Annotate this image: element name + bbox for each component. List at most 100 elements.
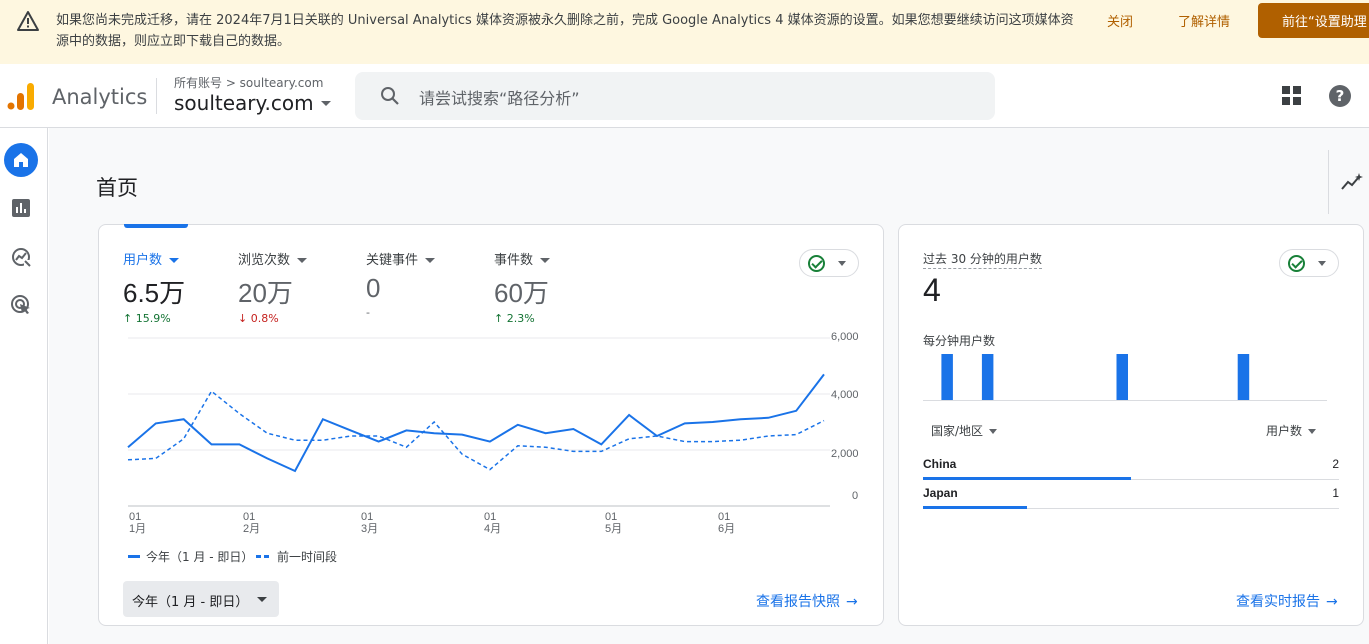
help-icon[interactable]: ? <box>1329 85 1351 107</box>
metric-delta: ↑ 2.3% <box>494 312 535 325</box>
users-column-header[interactable]: 用户数 <box>1266 422 1317 439</box>
left-nav-rail <box>0 128 48 644</box>
chevron-down-icon <box>1318 261 1326 266</box>
legend-solid-swatch <box>128 555 140 558</box>
country-cell: China <box>923 457 957 471</box>
active-tab-indicator <box>124 224 188 228</box>
users-cell: 2 <box>1332 457 1339 471</box>
series-line-current <box>127 373 825 473</box>
metric-value: 20万 <box>238 278 293 308</box>
apps-grid-icon[interactable] <box>1282 86 1302 106</box>
metric-label: 用户数 <box>123 253 163 268</box>
nav-advertising-button[interactable] <box>4 288 38 322</box>
nav-explore-button[interactable] <box>4 240 38 274</box>
nav-home-button[interactable] <box>4 143 38 177</box>
metric-delta: ↑ 15.9% <box>123 312 171 325</box>
legend-dashed-swatch <box>256 555 270 558</box>
table-row[interactable]: Japan 1 <box>923 480 1339 509</box>
metric-views[interactable]: 浏览次数 20万 ↓ 0.8% <box>238 249 308 325</box>
arrow-right-icon: → <box>1326 594 1338 610</box>
chevron-down-icon[interactable] <box>321 101 331 106</box>
metric-label: 关键事件 <box>366 253 419 268</box>
y-tick-label: 6,000 <box>831 331 859 343</box>
search-bar[interactable]: 请尝试搜索“路径分析” <box>355 72 995 120</box>
explore-icon <box>12 248 31 267</box>
insights-divider <box>1328 150 1329 214</box>
metric-event-count[interactable]: 事件数 60万 ↑ 2.3% <box>494 249 551 325</box>
chevron-down-icon <box>169 258 180 263</box>
x-tick-label: 01 2月 <box>243 511 261 535</box>
view-realtime-report-link[interactable]: 查看实时报告 → <box>1236 591 1338 611</box>
legend-previous: 前一时间段 <box>256 548 337 565</box>
per-minute-bar <box>1116 354 1128 400</box>
search-input[interactable]: 请尝试搜索“路径分析” <box>419 85 580 109</box>
app-name: Analytics <box>52 85 148 109</box>
view-report-snapshot-link[interactable]: 查看报告快照 → <box>756 591 858 611</box>
arrow-up-icon: ↑ <box>123 312 133 325</box>
legend-current: 今年（1 月 - 即日） <box>128 548 253 565</box>
date-range-selector[interactable]: 今年（1 月 - 即日） <box>123 581 279 617</box>
chevron-down-icon <box>297 258 308 263</box>
check-circle-icon <box>808 255 825 272</box>
chevron-down-icon <box>989 429 998 434</box>
chevron-down-icon <box>1308 429 1317 434</box>
banner-learn-more-link[interactable]: 了解详情 <box>1178 11 1230 30</box>
realtime-title: 过去 30 分钟的用户数 <box>923 250 1042 269</box>
analytics-logo-icon <box>7 83 34 110</box>
per-minute-label: 每分钟用户数 <box>923 334 996 348</box>
share-bar <box>923 506 1027 509</box>
metric-label: 浏览次数 <box>238 253 291 268</box>
y-tick-label: 0 <box>852 490 859 502</box>
metric-key-events[interactable]: 关键事件 0 - <box>366 249 436 319</box>
metric-value: 6.5万 <box>123 278 186 308</box>
x-tick-label: 01 4月 <box>484 511 502 535</box>
arrow-up-icon: ↑ <box>494 312 504 325</box>
arrow-down-icon: ↓ <box>238 312 248 325</box>
realtime-value: 4 <box>923 272 941 308</box>
chevron-down-icon <box>838 261 846 266</box>
property-selector[interactable]: soulteary.com <box>174 91 314 115</box>
insights-sparkle-icon[interactable] <box>1340 172 1364 192</box>
y-tick-label: 4,000 <box>831 389 859 401</box>
metric-users[interactable]: 用户数 6.5万 ↑ 15.9% <box>123 249 185 325</box>
users-line-chart <box>127 337 830 507</box>
per-minute-bar <box>981 354 994 400</box>
chevron-down-icon <box>425 258 436 263</box>
per-minute-bar <box>941 354 953 400</box>
metric-delta: ↓ 0.8% <box>238 312 279 325</box>
y-tick-label: 2,000 <box>831 448 859 460</box>
users-cell: 1 <box>1332 486 1339 500</box>
arrow-right-icon: → <box>846 594 858 610</box>
series-line-previous <box>127 390 825 471</box>
bar-chart-icon <box>12 199 30 217</box>
per-minute-bar <box>1237 354 1250 400</box>
metric-value: 0 <box>366 273 381 303</box>
banner-close-button[interactable]: 关闭 <box>1107 11 1133 30</box>
nav-reports-button[interactable] <box>4 191 38 225</box>
data-quality-status-button[interactable] <box>799 249 859 277</box>
realtime-status-button[interactable] <box>1279 249 1339 277</box>
x-tick-label: 01 5月 <box>605 511 623 535</box>
country-column-header[interactable]: 国家/地区 <box>931 422 998 439</box>
warning-icon <box>17 11 39 31</box>
x-tick-label: 01 1月 <box>129 511 147 535</box>
metric-delta: - <box>366 306 370 319</box>
check-circle-icon <box>1288 255 1305 272</box>
header-divider <box>156 78 157 114</box>
x-tick-label: 01 6月 <box>718 511 736 535</box>
per-minute-bar-chart <box>923 354 1327 401</box>
chevron-down-icon <box>540 258 551 263</box>
breadcrumb[interactable]: 所有账号 > soulteary.com <box>174 74 323 91</box>
metric-label: 事件数 <box>494 253 534 268</box>
migration-banner: 如果您尚未完成迁移，请在 2024年7月1日关联的 Universal Anal… <box>0 0 1369 64</box>
table-row[interactable]: China 2 <box>923 451 1339 480</box>
x-tick-label: 01 3月 <box>361 511 379 535</box>
page-title: 首页 <box>96 176 138 200</box>
target-cursor-icon <box>11 295 30 314</box>
banner-message: 如果您尚未完成迁移，请在 2024年7月1日关联的 Universal Anal… <box>56 13 1074 49</box>
chevron-down-icon <box>257 597 267 602</box>
search-icon <box>381 87 399 105</box>
metric-value: 60万 <box>494 278 549 308</box>
setup-assistant-button[interactable]: 前往“设置助理 <box>1258 3 1369 38</box>
country-cell: Japan <box>923 486 958 500</box>
